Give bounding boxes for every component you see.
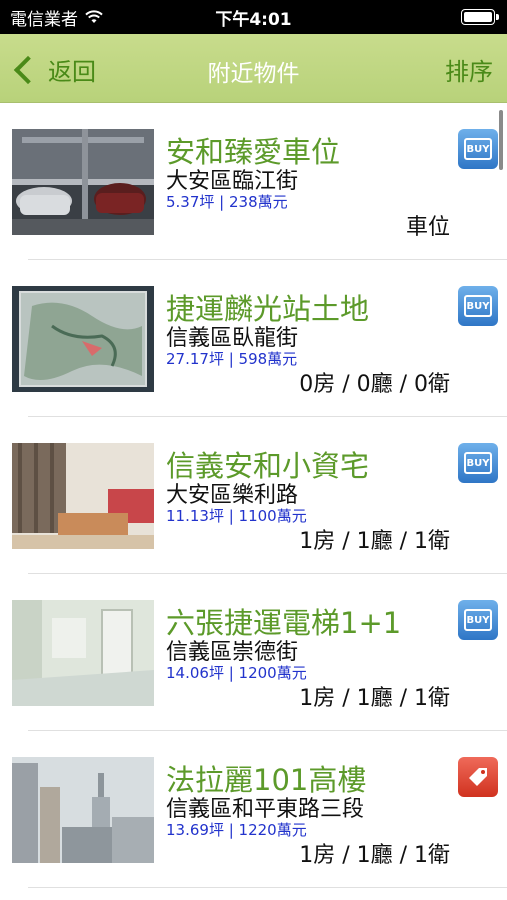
battery-icon <box>461 9 499 25</box>
listing-price: 5.37坪 | 238萬元 <box>166 193 288 211</box>
row-divider <box>28 887 507 888</box>
buy-badge-icon: BUY <box>458 600 498 640</box>
listing-row[interactable]: 法拉麗101高樓 信義區和平東路三段 13.69坪 | 1220萬元 1房 / … <box>0 731 507 888</box>
listing-layout: 0房 / 0廳 / 0衛 <box>299 372 450 397</box>
listing-price: 13.69坪 | 1220萬元 <box>166 821 307 839</box>
buy-badge-icon: BUY <box>458 129 498 169</box>
listing-layout: 1房 / 1廳 / 1衛 <box>299 686 450 711</box>
listing-photo <box>12 757 154 863</box>
listing-photo <box>12 129 154 235</box>
carrier-name: 電信業者 <box>10 9 78 30</box>
listing-row[interactable]: 信義安和小資宅 大安區樂利路 11.13坪 | 1100萬元 1房 / 1廳 /… <box>0 417 507 574</box>
buy-badge-icon: BUY <box>458 443 498 483</box>
listing-price: 27.17坪 | 598萬元 <box>166 350 298 368</box>
scroll-indicator[interactable] <box>499 110 503 170</box>
listing-price: 14.06坪 | 1200萬元 <box>166 664 307 682</box>
listing-price: 11.13坪 | 1100萬元 <box>166 507 307 525</box>
page-title: 附近物件 <box>207 61 300 87</box>
status-bar: 電信業者 下午4:01 <box>0 0 507 34</box>
listing-row[interactable]: 安和臻愛車位 大安區臨江街 5.37坪 | 238萬元 車位 BUY <box>0 103 507 260</box>
listing-row[interactable]: 六張捷運電梯1+1 信義區崇德街 14.06坪 | 1200萬元 1房 / 1廳… <box>0 574 507 731</box>
listing-layout: 1房 / 1廳 / 1衛 <box>299 529 450 554</box>
listing-row[interactable]: 捷運麟光站土地 信義區臥龍街 27.17坪 | 598萬元 0房 / 0廳 / … <box>0 260 507 417</box>
listing-layout: 車位 <box>405 215 450 240</box>
listing-photo <box>12 443 154 549</box>
listing-list: 安和臻愛車位 大安區臨江街 5.37坪 | 238萬元 車位 BUY 捷運麟光站… <box>0 103 507 888</box>
listing-photo <box>12 286 154 392</box>
listing-layout: 1房 / 1廳 / 1衛 <box>299 843 450 868</box>
wifi-icon <box>85 10 103 23</box>
nav-bar: 返回 附近物件 排序 <box>0 34 507 103</box>
carrier-info: 電信業者 <box>10 5 104 30</box>
listing-photo <box>12 600 154 706</box>
price-tag-icon <box>458 757 498 797</box>
sort-button[interactable]: 排序 <box>445 52 493 87</box>
buy-badge-icon: BUY <box>458 286 498 326</box>
